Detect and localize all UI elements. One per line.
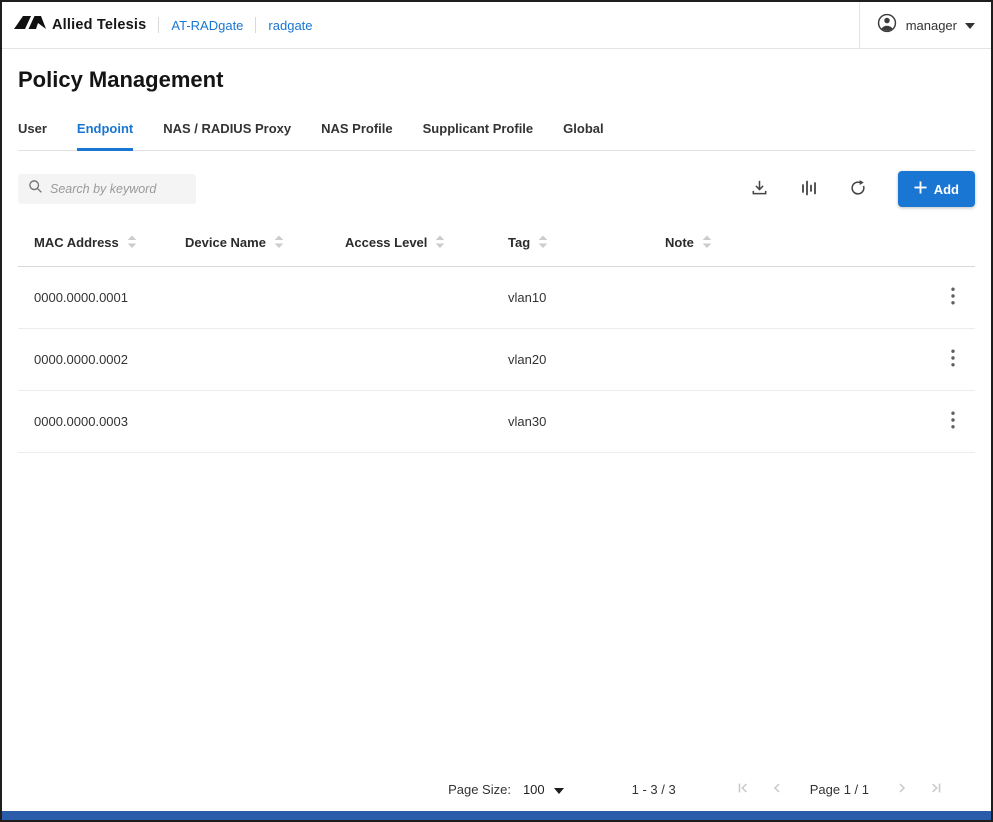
column-header-device-name[interactable]: Device Name [169, 221, 329, 267]
bottom-accent-bar [2, 811, 991, 820]
table-header-row: MAC Address Device Name Access Level Tag… [18, 221, 975, 267]
download-icon [750, 178, 769, 200]
kebab-icon [951, 293, 955, 308]
allied-telesis-logo-icon [14, 14, 46, 37]
plus-icon [914, 181, 927, 197]
tab-supplicant-profile[interactable]: Supplicant Profile [423, 113, 534, 151]
column-header-tag[interactable]: Tag [492, 221, 649, 267]
cell-mac-address: 0000.0000.0001 [18, 267, 169, 329]
user-avatar-icon [876, 12, 898, 39]
page-title: Policy Management [18, 67, 975, 93]
column-label: Tag [508, 235, 530, 250]
divider [158, 17, 159, 33]
first-page-button[interactable] [732, 777, 754, 802]
top-header: Allied Telesis AT-RADgate radgate manage… [2, 2, 991, 49]
cell-tag: vlan10 [492, 267, 649, 329]
page-indicator: Page 1 / 1 [810, 782, 869, 797]
cell-mac-address: 0000.0000.0002 [18, 329, 169, 391]
user-menu[interactable]: manager [859, 2, 991, 48]
kebab-icon [951, 355, 955, 370]
cell-device-name [169, 267, 329, 329]
user-name: manager [906, 18, 957, 33]
app-window: Allied Telesis AT-RADgate radgate manage… [0, 0, 993, 822]
tab-endpoint[interactable]: Endpoint [77, 113, 133, 151]
column-label: MAC Address [34, 235, 119, 250]
brand: Allied Telesis [14, 14, 146, 37]
column-header-access-level[interactable]: Access Level [329, 221, 492, 267]
breadcrumb-link-radgate[interactable]: radgate [268, 18, 312, 33]
next-page-button[interactable] [891, 777, 913, 802]
toolbar-actions: Add [748, 171, 975, 207]
sort-icon [127, 237, 137, 252]
page-size-select[interactable]: 100 [521, 778, 566, 801]
search-input[interactable] [50, 182, 186, 196]
tab-nas-profile[interactable]: NAS Profile [321, 113, 393, 151]
equalizer-button[interactable] [798, 177, 820, 202]
add-button-label: Add [934, 182, 959, 197]
cell-tag: vlan30 [492, 391, 649, 453]
column-label: Device Name [185, 235, 266, 250]
cell-access-level [329, 267, 492, 329]
cell-access-level [329, 391, 492, 453]
row-menu-button[interactable] [945, 283, 961, 312]
pagination-bar: Page Size: 100 1 - 3 / 3 [2, 771, 991, 807]
divider [255, 17, 256, 33]
breadcrumb-link-at-radgate[interactable]: AT-RADgate [171, 18, 243, 33]
tab-bar: User Endpoint NAS / RADIUS Proxy NAS Pro… [18, 113, 975, 151]
toolbar: Add [18, 171, 975, 207]
pagination-range: 1 - 3 / 3 [632, 782, 676, 797]
sort-icon [702, 237, 712, 252]
chevron-right-icon [894, 780, 910, 799]
equalizer-icon [800, 179, 818, 200]
cell-mac-address: 0000.0000.0003 [18, 391, 169, 453]
cell-tag: vlan20 [492, 329, 649, 391]
row-menu-button[interactable] [945, 345, 961, 374]
pagination-nav: Page 1 / 1 [732, 777, 947, 802]
refresh-icon [849, 179, 867, 200]
cell-device-name [169, 329, 329, 391]
tab-global[interactable]: Global [563, 113, 603, 151]
previous-page-button[interactable] [766, 777, 788, 802]
column-header-actions [902, 221, 975, 267]
cell-note [649, 267, 902, 329]
cell-access-level [329, 329, 492, 391]
table-row: 0000.0000.0002 vlan20 [18, 329, 975, 391]
cell-device-name [169, 391, 329, 453]
refresh-button[interactable] [847, 177, 869, 202]
sort-icon [274, 237, 284, 252]
column-label: Access Level [345, 235, 427, 250]
tab-user[interactable]: User [18, 113, 47, 151]
page-size-value: 100 [523, 782, 545, 797]
last-page-button[interactable] [925, 777, 947, 802]
chevron-down-icon [554, 782, 564, 797]
first-page-icon [735, 780, 751, 799]
chevron-left-icon [769, 780, 785, 799]
column-header-note[interactable]: Note [649, 221, 902, 267]
cell-note [649, 329, 902, 391]
kebab-icon [951, 417, 955, 432]
cell-note [649, 391, 902, 453]
main-content: Policy Management User Endpoint NAS / RA… [2, 67, 991, 453]
add-button[interactable]: Add [898, 171, 975, 207]
download-button[interactable] [748, 176, 771, 202]
table-row: 0000.0000.0003 vlan30 [18, 391, 975, 453]
search-box [18, 174, 196, 204]
search-icon [28, 179, 43, 199]
endpoint-table: MAC Address Device Name Access Level Tag… [18, 221, 975, 453]
column-header-mac-address[interactable]: MAC Address [18, 221, 169, 267]
tab-nas-radius-proxy[interactable]: NAS / RADIUS Proxy [163, 113, 291, 151]
last-page-icon [928, 780, 944, 799]
chevron-down-icon [965, 16, 975, 34]
table-row: 0000.0000.0001 vlan10 [18, 267, 975, 329]
page-size-label: Page Size: [448, 782, 511, 797]
brand-name: Allied Telesis [52, 17, 146, 33]
row-menu-button[interactable] [945, 407, 961, 436]
sort-icon [435, 237, 445, 252]
sort-icon [538, 237, 548, 252]
column-label: Note [665, 235, 694, 250]
